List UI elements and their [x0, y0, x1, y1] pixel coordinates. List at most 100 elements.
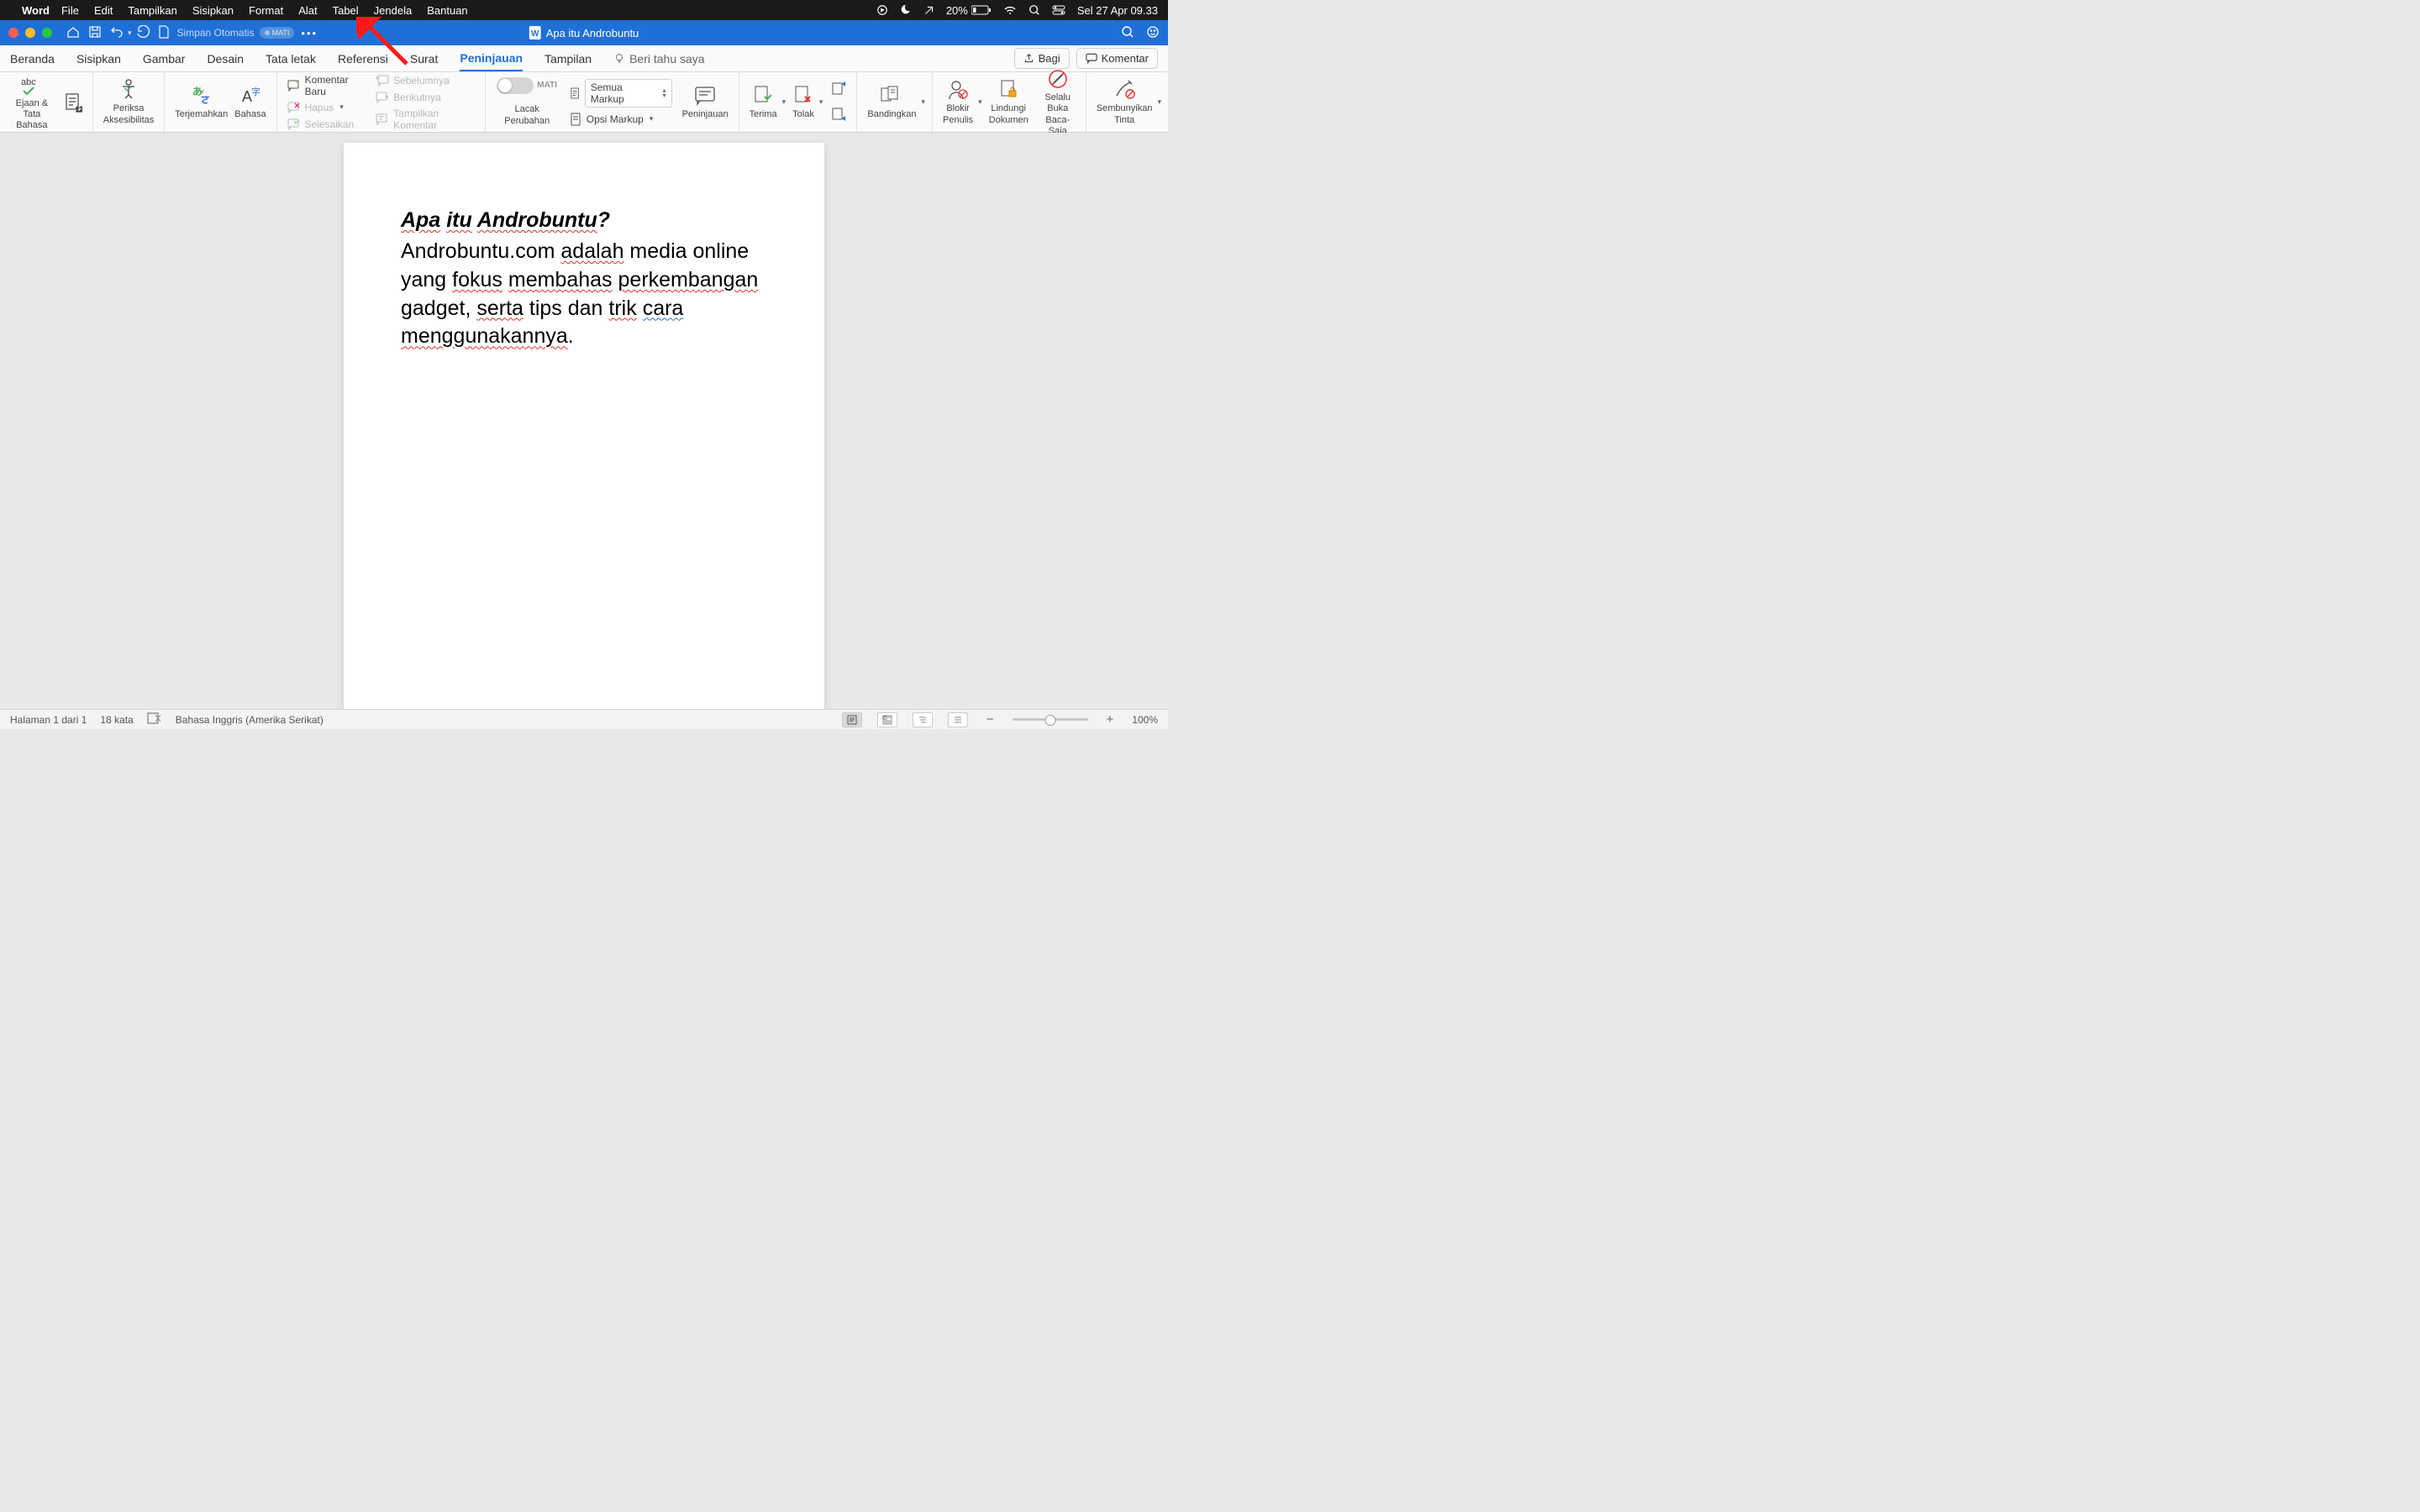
doc-icon[interactable]: [158, 25, 170, 41]
spotlight-icon[interactable]: [1028, 4, 1040, 16]
tab-sisipkan[interactable]: Sisipkan: [76, 47, 121, 71]
view-draft[interactable]: [948, 712, 968, 727]
delete-comment-button[interactable]: Hapus▾: [287, 101, 365, 114]
accessibility-button[interactable]: Periksa Aksesibilitas: [100, 78, 158, 125]
view-outline[interactable]: [913, 712, 933, 727]
document-body[interactable]: Androbuntu.com adalah media online yang …: [401, 238, 767, 351]
autosave-toggle[interactable]: MATI: [260, 27, 295, 39]
menu-alat[interactable]: Alat: [298, 4, 317, 17]
window-titlebar: ▾ Simpan Otomatis MATI ••• W Apa itu And…: [0, 20, 1168, 45]
more-icon[interactable]: •••: [301, 27, 318, 39]
tab-tampilan[interactable]: Tampilan: [544, 47, 592, 71]
tab-tataletak[interactable]: Tata letak: [266, 47, 316, 71]
show-comments-button: Tampilkan Komentar: [376, 108, 474, 131]
save-icon[interactable]: [88, 25, 102, 41]
view-web-layout[interactable]: [877, 712, 897, 727]
next-change-button[interactable]: [831, 107, 846, 124]
menubar-app-name[interactable]: Word: [22, 4, 50, 17]
menu-bantuan[interactable]: Bantuan: [427, 4, 467, 17]
menu-file[interactable]: File: [61, 4, 79, 17]
titlebar-smiley-icon[interactable]: [1146, 25, 1160, 41]
ribbon: abc Ejaan & Tata Bahasa 123 Periksa Akse…: [0, 72, 1168, 133]
tab-referensi[interactable]: Referensi: [338, 47, 388, 71]
hide-ink-dropdown[interactable]: ▾: [1157, 97, 1161, 107]
menu-tabel[interactable]: Tabel: [333, 4, 359, 17]
status-bar: Halaman 1 dari 1 18 kata Bahasa Inggris …: [0, 709, 1168, 729]
undo-dropdown[interactable]: ▾: [128, 29, 132, 38]
menu-format[interactable]: Format: [249, 4, 283, 17]
titlebar-search-icon[interactable]: [1121, 25, 1134, 41]
document-canvas[interactable]: Apa itu Androbuntu? Androbuntu.com adala…: [0, 133, 1168, 709]
autosave-label: Simpan Otomatis: [177, 27, 255, 39]
markup-options-button[interactable]: Opsi Markup▾: [571, 113, 672, 126]
zoom-level[interactable]: 100%: [1132, 714, 1158, 726]
compare-button[interactable]: Bandingkan: [864, 84, 919, 120]
svg-text:字: 字: [251, 86, 260, 97]
svg-text:123: 123: [76, 106, 82, 113]
zoom-in-button[interactable]: +: [1107, 712, 1114, 727]
language-indicator[interactable]: Bahasa Inggris (Amerika Serikat): [176, 714, 324, 726]
prev-change-button[interactable]: [831, 81, 846, 98]
previous-comment-button: Sebelumnya: [376, 74, 474, 87]
screenrecord-icon[interactable]: [876, 4, 888, 16]
new-comment-button[interactable]: Komentar Baru: [287, 74, 365, 97]
svg-text:abc: abc: [21, 77, 36, 87]
zoom-slider[interactable]: [1013, 718, 1088, 721]
control-center-icon[interactable]: [1052, 5, 1065, 15]
macos-menubar: Word File Edit Tampilkan Sisipkan Format…: [0, 0, 1168, 20]
battery-indicator[interactable]: 20%: [946, 4, 992, 17]
document-page[interactable]: Apa itu Androbuntu? Androbuntu.com adala…: [344, 143, 824, 709]
word-count[interactable]: 18 kata: [100, 714, 133, 726]
read-only-button[interactable]: Selalu Buka Baca-Saja: [1037, 67, 1079, 137]
menu-jendela[interactable]: Jendela: [374, 4, 413, 17]
spellcheck-status-icon[interactable]: [147, 712, 162, 727]
accept-dropdown[interactable]: ▾: [782, 97, 786, 107]
tab-desain[interactable]: Desain: [207, 47, 244, 71]
dnd-icon[interactable]: [900, 4, 912, 16]
track-changes-toggle[interactable]: [497, 77, 534, 94]
menu-tampilkan[interactable]: Tampilkan: [128, 4, 177, 17]
tab-surat[interactable]: Surat: [410, 47, 438, 71]
tab-beranda[interactable]: Beranda: [10, 47, 55, 71]
tell-me-search[interactable]: Beri tahu saya: [613, 52, 705, 66]
review-pane-button[interactable]: Peninjauan: [679, 84, 732, 120]
window-minimize[interactable]: [25, 28, 35, 38]
utility-icon[interactable]: [923, 5, 934, 16]
accept-button[interactable]: Terima: [746, 84, 781, 120]
share-button[interactable]: Bagi: [1014, 48, 1070, 69]
track-changes-button[interactable]: MATI Lacak Perubahan: [492, 77, 562, 126]
hide-ink-button[interactable]: Sembunyikan Tinta: [1093, 78, 1156, 125]
block-authors-button[interactable]: Blokir Penulis: [939, 78, 976, 125]
zoom-out-button[interactable]: −: [986, 712, 994, 727]
battery-percent: 20%: [946, 4, 968, 17]
window-maximize[interactable]: [42, 28, 52, 38]
reject-button[interactable]: Tolak: [789, 84, 818, 120]
comment-icon: [1086, 53, 1097, 64]
reject-dropdown[interactable]: ▾: [819, 97, 823, 107]
thesaurus-button[interactable]: 123: [60, 91, 86, 114]
undo-icon[interactable]: [110, 25, 124, 41]
wifi-icon[interactable]: [1003, 5, 1017, 15]
resolve-button: Selesaikan: [287, 118, 365, 131]
spelling-button[interactable]: abc Ejaan & Tata Bahasa: [7, 73, 57, 132]
tab-gambar[interactable]: Gambar: [143, 47, 186, 71]
menu-sisipkan[interactable]: Sisipkan: [192, 4, 234, 17]
tab-peninjauan[interactable]: Peninjauan: [460, 46, 523, 71]
page-indicator[interactable]: Halaman 1 dari 1: [10, 714, 87, 726]
menu-edit[interactable]: Edit: [94, 4, 113, 17]
markup-display-select[interactable]: Semua Markup▴▾: [571, 79, 672, 108]
window-close[interactable]: [8, 28, 18, 38]
doc-markup-icon: [571, 87, 581, 100]
redo-icon[interactable]: [136, 25, 150, 41]
compare-dropdown[interactable]: ▾: [922, 97, 926, 107]
menubar-datetime[interactable]: Sel 27 Apr 09.33: [1077, 4, 1158, 17]
word-file-icon: W: [529, 26, 541, 39]
comments-button[interactable]: Komentar: [1076, 48, 1158, 69]
protect-doc-button[interactable]: Lindungi Dokumen: [986, 78, 1032, 125]
translate-button[interactable]: あਟ Terjemahkan: [171, 84, 231, 120]
document-heading[interactable]: Apa itu Androbuntu?: [401, 208, 767, 233]
view-print-layout[interactable]: [842, 712, 862, 727]
language-button[interactable]: A字 Bahasa: [231, 84, 269, 120]
block-authors-dropdown[interactable]: ▾: [978, 97, 982, 107]
home-icon[interactable]: [66, 25, 80, 41]
